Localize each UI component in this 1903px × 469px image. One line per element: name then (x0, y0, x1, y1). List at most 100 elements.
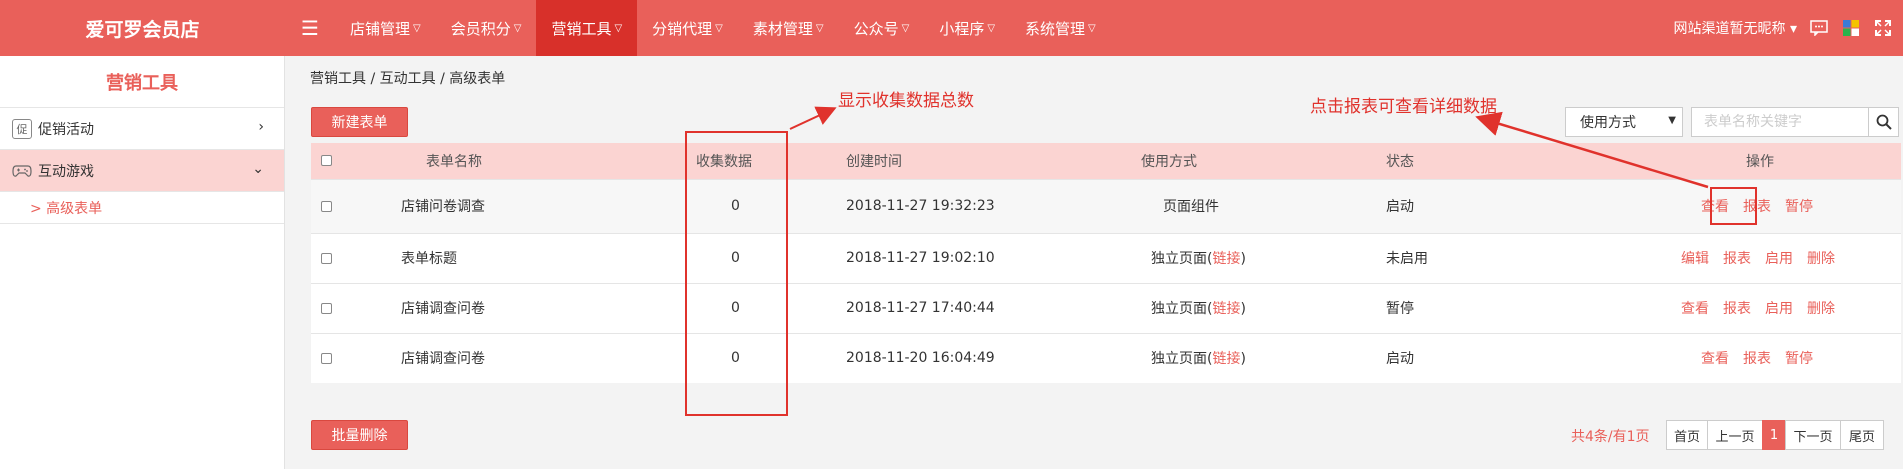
caret-down-icon: ▼ (1668, 115, 1676, 126)
fullscreen-icon[interactable] (1873, 18, 1893, 38)
last-page-button[interactable]: 尾页 (1840, 420, 1884, 450)
view-link[interactable]: 查看 (1701, 351, 1729, 367)
page-link[interactable]: 链接 (1212, 301, 1240, 317)
sidebar-item-promotions[interactable]: 促 促销活动 › (0, 108, 284, 150)
select-all-checkbox[interactable] (311, 143, 351, 179)
search-input[interactable] (1691, 107, 1869, 137)
row-actions: 查看 报表 暂停 (1541, 332, 1901, 383)
pause-link[interactable]: 暂停 (1785, 199, 1813, 215)
sidebar-subitem-advanced-form[interactable]: > 高级表单 (0, 192, 284, 224)
created-time: 2018-11-27 19:02:10 (826, 232, 1141, 283)
table-row: 表单标题 0 2018-11-27 19:02:10 独立页面(链接) 未启用 … (311, 232, 1901, 283)
report-link[interactable]: 报表 (1743, 351, 1771, 367)
pagination-info: 共4条/有1页 (1571, 429, 1650, 445)
prev-page-button[interactable]: 上一页 (1707, 420, 1763, 450)
nav-item-shop[interactable]: 店铺管理 ▽ (335, 0, 436, 56)
first-page-button[interactable]: 首页 (1666, 420, 1708, 450)
created-time: 2018-11-27 19:32:23 (826, 178, 1141, 233)
row-checkbox[interactable] (311, 282, 351, 333)
chevron-down-icon: ▽ (987, 22, 996, 34)
delete-link[interactable]: 删除 (1807, 251, 1835, 267)
chevron-down-icon: ▽ (1088, 22, 1096, 34)
report-link[interactable]: 报表 (1723, 301, 1751, 317)
channel-dropdown[interactable]: 网站渠道暂无昵称 ▾ (1674, 18, 1797, 38)
sidebar-item-games[interactable]: 互动游戏 ⌄ (0, 150, 284, 192)
report-link[interactable]: 报表 (1723, 251, 1751, 267)
sidebar: 营销工具 促 促销活动 › 互动游戏 ⌄ > 高级表单 (0, 56, 285, 469)
promotion-icon: 促 (12, 118, 32, 139)
main-nav: 店铺管理 ▽ 会员积分 ▽ 营销工具 ▽ 分销代理 ▽ 素材管理 ▽ 公众号 ▽ 小程序 ▽ … (335, 0, 1111, 56)
top-navbar: 爱可罗会员店 ☰ 店铺管理 ▽ 会员积分 ▽ 营销工具 ▽ 分销代理 ▽ 素材管理 ▽ 公… (0, 0, 1903, 56)
annotation-count-note: 显示收集数据总数 (838, 91, 974, 111)
row-actions: 查看 报表 启用 删除 (1541, 282, 1901, 333)
usage-mode: 独立页面(链接) (1141, 282, 1376, 333)
page-1-button[interactable]: 1 (1762, 420, 1786, 450)
forms-table: 表单名称 收集数据 创建时间 使用方式 状态 操作 店铺问卷调查 0 2018-… (311, 143, 1901, 383)
annotation-report-box (1710, 187, 1757, 225)
menu-toggle-icon[interactable]: ☰ (285, 0, 335, 56)
sidebar-item-label: 促销活动 (38, 121, 94, 138)
form-name: 店铺调查问卷 (351, 332, 666, 383)
pagination: 首页 上一页 1 下一页 尾页 (1666, 420, 1884, 450)
message-icon[interactable] (1809, 18, 1829, 38)
chevron-down-icon: ▽ (614, 22, 623, 34)
form-name: 表单标题 (351, 232, 666, 283)
search-icon[interactable] (1869, 107, 1899, 137)
chevron-down-icon: ▽ (815, 22, 824, 34)
column-header-actions: 操作 (1541, 143, 1901, 179)
page-link[interactable]: 链接 (1212, 351, 1240, 367)
enable-link[interactable]: 启用 (1765, 301, 1793, 317)
breadcrumb: 营销工具 / 互动工具 / 高级表单 (310, 71, 506, 87)
row-checkbox[interactable] (311, 232, 351, 283)
created-time: 2018-11-20 16:04:49 (826, 332, 1141, 383)
usage-mode: 独立页面(链接) (1141, 232, 1376, 283)
row-checkbox[interactable] (311, 178, 351, 233)
row-actions: 编辑 报表 启用 删除 (1541, 232, 1901, 283)
nav-item-marketing[interactable]: 营销工具 ▽ (536, 0, 638, 56)
enable-link[interactable]: 启用 (1765, 251, 1793, 267)
nav-item-system[interactable]: 系统管理 ▽ (1010, 0, 1111, 56)
nav-item-official-account[interactable]: 公众号 ▽ (839, 0, 925, 56)
column-header-status: 状态 (1376, 143, 1541, 179)
form-name: 店铺调查问卷 (351, 282, 666, 333)
nav-item-distribution[interactable]: 分销代理 ▽ (637, 0, 738, 56)
next-page-button[interactable]: 下一页 (1785, 420, 1841, 450)
status-text: 启动 (1376, 332, 1541, 383)
column-header-name: 表单名称 (351, 143, 666, 179)
table-row: 店铺调查问卷 0 2018-11-27 17:40:44 独立页面(链接) 暂停… (311, 282, 1901, 333)
gamepad-icon (12, 161, 32, 181)
page-link[interactable]: 链接 (1212, 251, 1240, 267)
table-row: 店铺问卷调查 0 2018-11-27 19:32:23 页面组件 启动 查看报… (311, 178, 1901, 233)
chevron-down-icon: ▽ (513, 22, 522, 34)
table-header-row: 表单名称 收集数据 创建时间 使用方式 状态 操作 (311, 143, 1901, 179)
chevron-down-icon: ⌄ (252, 161, 264, 177)
main-content: 营销工具 / 互动工具 / 高级表单 新建表单 使用方式▼ 表单名称 收集数据 … (286, 56, 1903, 469)
nav-item-assets[interactable]: 素材管理 ▽ (738, 0, 839, 56)
edit-link[interactable]: 编辑 (1681, 251, 1709, 267)
form-name: 店铺问卷调查 (351, 178, 666, 233)
status-text: 未启用 (1376, 232, 1541, 283)
sidebar-item-label: 互动游戏 (38, 163, 94, 180)
chevron-down-icon: ▽ (413, 22, 421, 34)
nav-item-points[interactable]: 会员积分 ▽ (436, 0, 537, 56)
theme-icon[interactable] (1841, 18, 1861, 38)
new-form-button[interactable]: 新建表单 (311, 107, 408, 137)
row-checkbox[interactable] (311, 332, 351, 383)
chevron-right-icon: › (258, 119, 264, 135)
usage-mode: 页面组件 (1141, 178, 1376, 233)
annotation-report-note: 点击报表可查看详细数据 (1310, 97, 1497, 117)
pause-link[interactable]: 暂停 (1785, 351, 1813, 367)
view-link[interactable]: 查看 (1681, 301, 1709, 317)
column-header-usage: 使用方式 (1141, 143, 1376, 179)
usage-filter-select[interactable]: 使用方式 ▼ (1565, 107, 1683, 137)
status-text: 暂停 (1376, 282, 1541, 333)
table-row: 店铺调查问卷 0 2018-11-20 16:04:49 独立页面(链接) 启动… (311, 332, 1901, 383)
annotation-count-box (685, 131, 788, 416)
created-time: 2018-11-27 17:40:44 (826, 282, 1141, 333)
batch-delete-button[interactable]: 批量删除 (311, 420, 408, 450)
top-right-tools: 网站渠道暂无昵称 ▾ (1674, 0, 1893, 56)
column-header-time: 创建时间 (826, 143, 1141, 179)
brand-logo[interactable]: 爱可罗会员店 (0, 0, 285, 56)
delete-link[interactable]: 删除 (1807, 301, 1835, 317)
nav-item-miniprogram[interactable]: 小程序 ▽ (924, 0, 1010, 56)
